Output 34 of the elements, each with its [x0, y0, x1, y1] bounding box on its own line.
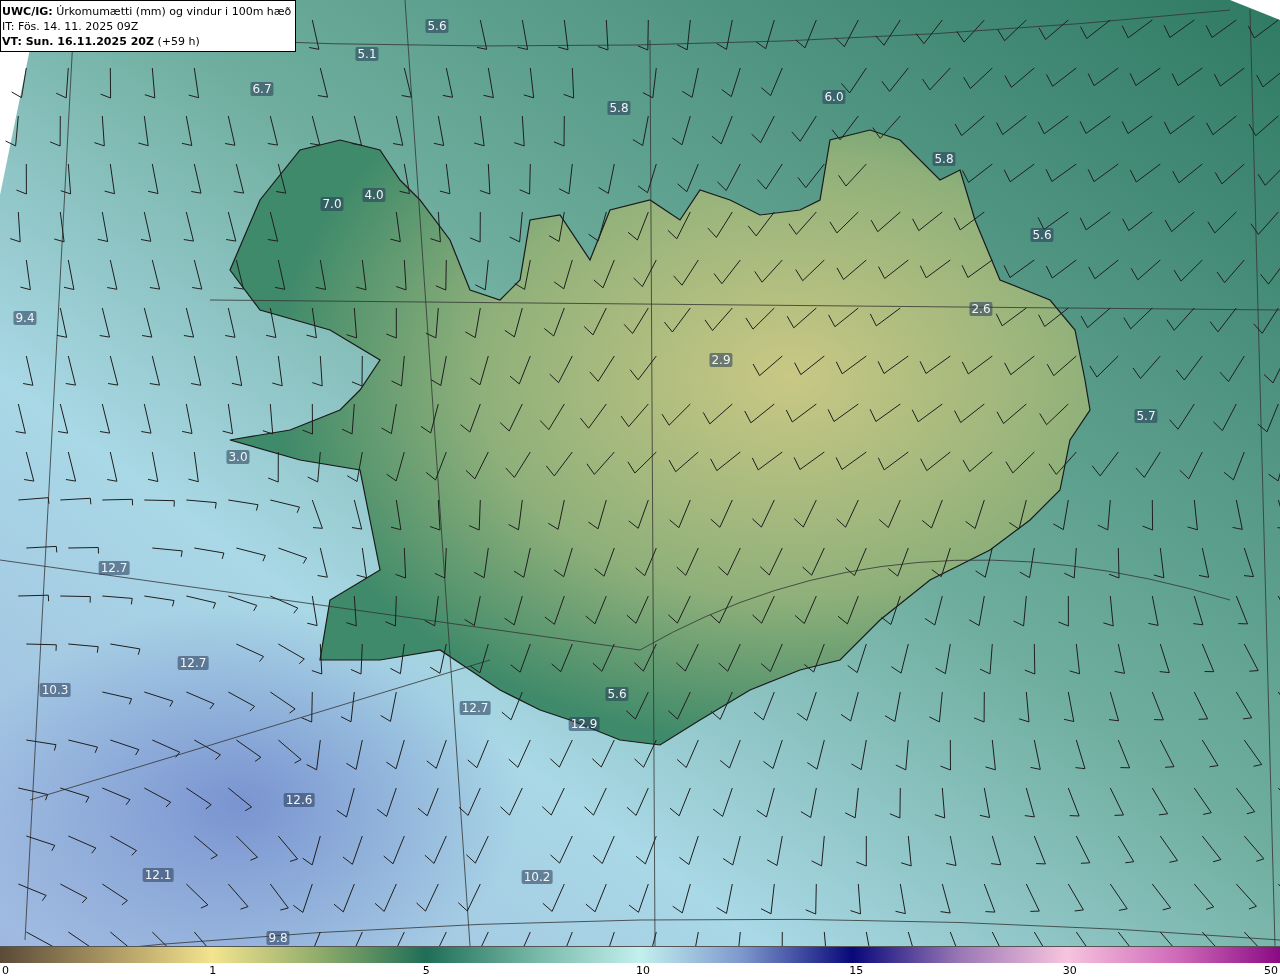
precipitation-value: 12.1	[142, 868, 174, 882]
precipitation-value: 12.7	[177, 656, 209, 670]
colorbar-tick-label: 10	[636, 964, 650, 977]
colorbar-tick-label: 50	[1264, 964, 1278, 977]
precipitation-value: 12.7	[98, 561, 130, 575]
precipitation-value: 5.8	[607, 101, 631, 115]
chart-title: UWC/IG: Úrkomumætti (mm) og vindur i 100m hæð	[2, 4, 292, 19]
colorbar-tick-label: 30	[1062, 964, 1077, 977]
precipitation-value: 6.0	[822, 90, 846, 104]
colorbar-tick-label: 1	[209, 964, 217, 977]
precipitation-value: 5.1	[355, 47, 379, 61]
precipitation-value: 2.6	[969, 302, 993, 316]
precipitation-value: 5.8	[932, 152, 956, 166]
precipitation-value: 10.2	[521, 870, 553, 884]
issue-time: IT: Fös. 14. 11. 2025 09Z	[2, 19, 140, 34]
colorbar-tick-label: 0	[2, 964, 9, 977]
precipitation-value: 3.0	[226, 450, 250, 464]
precipitation-value: 5.6	[605, 687, 629, 701]
precipitation-value: 7.0	[320, 197, 344, 211]
precipitation-value: 6.7	[250, 82, 274, 96]
precipitation-value: 5.6	[1030, 228, 1054, 242]
precipitation-value: 5.6	[425, 19, 449, 33]
colorbar-tick-label: 5	[422, 964, 430, 977]
precipitation-value: 9.8	[266, 931, 290, 945]
precipitation-value: 10.3	[39, 683, 71, 697]
colorbar-tick-label: 15	[849, 964, 864, 977]
precipitation-value: 4.0	[362, 188, 386, 202]
precipitation-value: 5.7	[1134, 409, 1158, 423]
precipitation-value: 9.4	[13, 311, 37, 325]
precipitation-value: 2.9	[709, 353, 733, 367]
precipitation-value: 12.7	[459, 701, 491, 715]
valid-time: VT: Sun. 16.11.2025 20Z (+59 h)	[2, 34, 201, 49]
precipitation-value: 12.9	[568, 717, 600, 731]
precipitation-value: 12.6	[283, 793, 315, 807]
